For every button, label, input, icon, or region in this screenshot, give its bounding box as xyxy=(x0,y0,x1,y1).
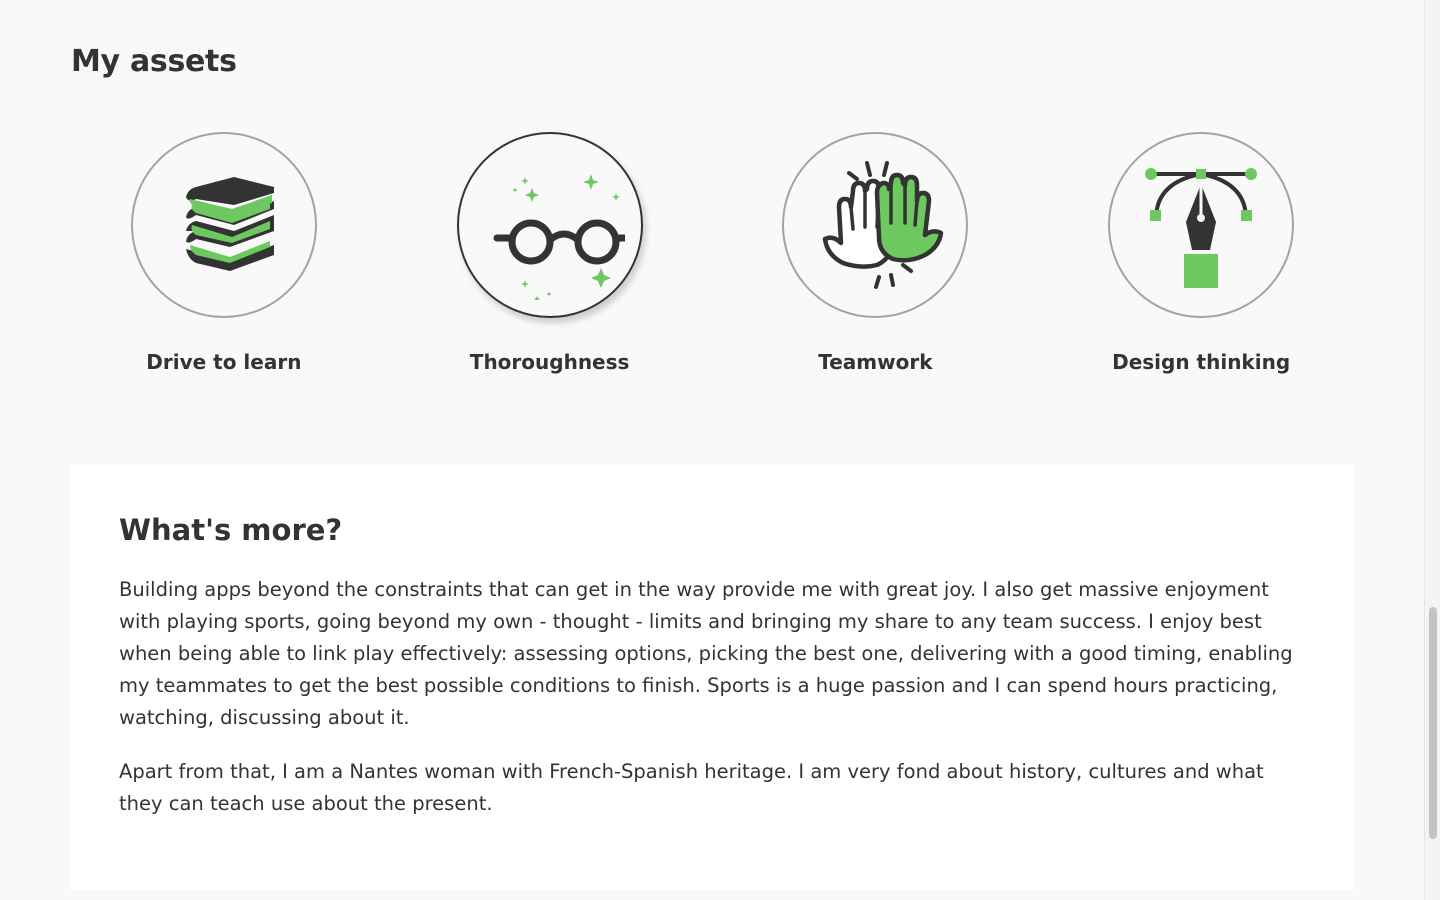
asset-label: Thoroughness xyxy=(469,350,630,374)
books-icon xyxy=(185,177,274,271)
asset-teamwork[interactable]: Teamwork xyxy=(713,132,1039,374)
asset-design-thinking[interactable]: Design thinking xyxy=(1038,132,1364,374)
scrollbar-thumb[interactable] xyxy=(1429,607,1437,839)
page: My assets Drive to learn Thoroughness Te… xyxy=(0,0,1424,900)
pen-tool-icon xyxy=(1145,168,1258,288)
asset-circle[interactable] xyxy=(130,132,317,318)
assets-section-title: My assets xyxy=(71,44,237,79)
asset-label: Drive to learn xyxy=(146,350,302,374)
asset-thoroughness[interactable]: Thoroughness xyxy=(387,132,713,374)
whats-more-title: What's more? xyxy=(119,513,343,547)
asset-circle[interactable] xyxy=(456,132,643,318)
whats-more-paragraph: Building apps beyond the constraints tha… xyxy=(119,578,1293,729)
asset-label: Design thinking xyxy=(1112,350,1291,374)
asset-drive-to-learn[interactable]: Drive to learn xyxy=(61,132,387,374)
asset-label: Teamwork xyxy=(818,350,933,374)
high-five-icon xyxy=(823,161,944,289)
assets-list: Drive to learn Thoroughness Teamwork Des… xyxy=(61,132,1364,374)
page-scrollbar[interactable] xyxy=(1424,0,1440,900)
asset-circle[interactable] xyxy=(1108,132,1295,318)
whats-more-card: What's more? Building apps beyond the co… xyxy=(71,465,1354,890)
asset-circle[interactable] xyxy=(782,132,969,318)
whats-more-paragraph: Apart from that, I am a Nantes woman wit… xyxy=(119,760,1264,815)
glasses-icon xyxy=(493,174,625,300)
